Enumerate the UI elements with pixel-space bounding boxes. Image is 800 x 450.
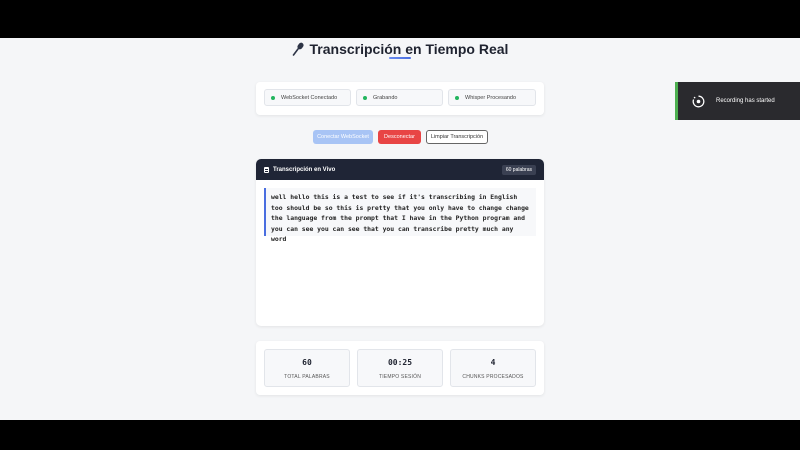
- toast-message: Recording has started: [716, 98, 775, 104]
- page-title-wrap: Transcripción en Tiempo Real: [292, 41, 509, 57]
- app-page: Transcripción en Tiempo Real WebSocket C…: [0, 38, 800, 420]
- status-websocket: WebSocket Conectado: [264, 89, 351, 106]
- stat-label: TIEMPO SESIÓN: [378, 374, 422, 380]
- stat-label: CHUNKS PROCESADOS: [462, 374, 524, 380]
- disconnect-button[interactable]: Desconectar: [378, 130, 421, 144]
- document-icon: [264, 166, 269, 173]
- transcript-title: Transcripción en Vivo: [273, 166, 336, 173]
- stat-value: 00:25: [387, 358, 413, 367]
- status-label: Whisper Procesando: [465, 94, 517, 101]
- stat-value: 4: [490, 358, 496, 367]
- transcript-title-wrap: Transcripción en Vivo: [264, 166, 336, 173]
- transcript-text: well hello this is a test to see if it's…: [264, 188, 536, 243]
- title-underline: [389, 57, 411, 59]
- transcript-panel: Transcripción en Vivo 60 palabras well h…: [256, 159, 544, 326]
- transcript-header: Transcripción en Vivo 60 palabras: [256, 159, 544, 180]
- status-dot-icon: [271, 95, 275, 100]
- status-label: WebSocket Conectado: [281, 94, 338, 101]
- status-label: Grabando: [373, 94, 398, 101]
- stat-value: 60: [302, 358, 312, 367]
- page-title: Transcripción en Tiempo Real: [309, 41, 509, 57]
- status-dot-icon: [455, 95, 459, 100]
- stats-panel: 60 TOTAL PALABRAS 00:25 TIEMPO SESIÓN 4 …: [256, 341, 544, 395]
- stat-chunks-processed: 4 CHUNKS PROCESADOS: [450, 349, 536, 387]
- stat-total-words: 60 TOTAL PALABRAS: [264, 349, 350, 387]
- clear-transcription-button[interactable]: Limpiar Transcripción: [426, 130, 488, 144]
- word-count-badge: 60 palabras: [501, 164, 536, 175]
- status-dot-icon: [363, 95, 367, 100]
- recording-icon: [692, 95, 705, 108]
- connect-websocket-button[interactable]: Conectar WebSocket: [313, 130, 373, 144]
- recording-toast: Recording has started: [675, 82, 800, 120]
- status-panel: WebSocket Conectado Grabando Whisper Pro…: [256, 82, 544, 115]
- stat-session-time: 00:25 TIEMPO SESIÓN: [357, 349, 443, 387]
- status-whisper: Whisper Procesando: [448, 89, 536, 106]
- microphone-icon: [292, 42, 304, 56]
- stat-label: TOTAL PALABRAS: [284, 374, 330, 380]
- status-recording: Grabando: [356, 89, 443, 106]
